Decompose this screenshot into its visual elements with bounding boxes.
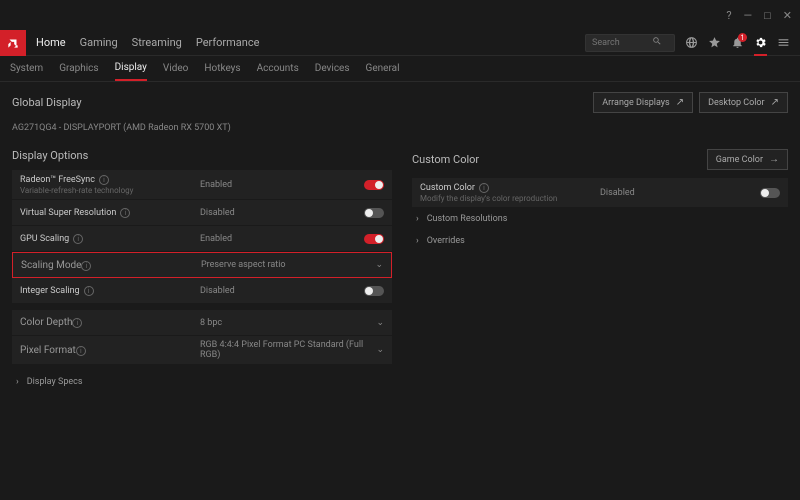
scaling-mode-row[interactable]: Scaling Modei Preserve aspect ratio ⌄ (12, 252, 392, 278)
chevron-down-icon: ⌄ (376, 318, 384, 328)
nav-performance[interactable]: Performance (196, 36, 260, 49)
chevron-down-icon: ⌄ (375, 260, 383, 270)
info-icon[interactable]: i (76, 346, 86, 356)
nav-gaming[interactable]: Gaming (80, 36, 118, 49)
chevron-right-icon: › (16, 377, 19, 387)
close-button[interactable]: ✕ (783, 9, 792, 22)
info-icon[interactable]: i (73, 234, 83, 244)
info-icon[interactable]: i (72, 318, 82, 328)
tab-display[interactable]: Display (115, 56, 147, 81)
nav-streaming[interactable]: Streaming (132, 36, 182, 49)
pixel-format-row[interactable]: Pixel Formati RGB 4:4:4 Pixel Format PC … (12, 336, 392, 365)
integer-scaling-status: Disabled (200, 286, 364, 296)
freesync-row: Radeon™ FreeSynci Variable-refresh-rate … (12, 170, 392, 200)
game-color-button[interactable]: Game Color→ (707, 149, 788, 170)
scaling-mode-value: Preserve aspect ratio (201, 260, 286, 270)
content: Global Display Arrange Displays↗ Desktop… (0, 82, 800, 403)
chevron-down-icon: ⌄ (376, 345, 384, 355)
info-icon[interactable]: i (81, 261, 91, 271)
color-depth-row[interactable]: Color Depthi 8 bpc ⌄ (12, 310, 392, 336)
custom-color-label: Custom Colori (420, 183, 600, 193)
search-box[interactable] (585, 34, 675, 52)
custom-resolutions-expand[interactable]: ›Custom Resolutions (412, 208, 788, 230)
chevron-right-icon: › (416, 236, 419, 246)
info-icon[interactable]: i (479, 183, 489, 193)
tab-video[interactable]: Video (163, 57, 188, 80)
desktop-color-button[interactable]: Desktop Color↗ (699, 92, 788, 113)
arrange-displays-button[interactable]: Arrange Displays↗ (593, 92, 693, 113)
web-icon[interactable] (685, 36, 698, 49)
tab-accounts[interactable]: Accounts (257, 57, 299, 80)
bell-icon[interactable]: 1 (731, 36, 744, 49)
custom-color-row: Custom Colori Modify the display's color… (412, 178, 788, 208)
arrow-right-icon: → (769, 154, 779, 165)
display-options-title: Display Options (12, 149, 88, 162)
gpu-scaling-toggle[interactable] (364, 234, 384, 244)
freesync-status: Enabled (200, 180, 364, 190)
gpu-scaling-status: Enabled (200, 234, 364, 244)
freesync-sublabel: Variable-refresh-rate technology (20, 186, 200, 195)
custom-color-column: Custom Color Game Color→ Custom Colori M… (412, 149, 788, 393)
star-icon[interactable] (708, 36, 721, 49)
gpu-scaling-label: GPU Scalingi (20, 234, 200, 244)
integer-scaling-label: Integer Scalingi (20, 286, 200, 296)
tab-graphics[interactable]: Graphics (59, 57, 98, 80)
tab-general[interactable]: General (366, 57, 400, 80)
display-options-column: Display Options Radeon™ FreeSynci Variab… (12, 149, 392, 393)
info-icon[interactable]: i (84, 286, 94, 296)
search-icon[interactable] (652, 36, 662, 49)
custom-color-toggle[interactable] (760, 188, 780, 198)
bell-badge: 1 (738, 33, 747, 42)
color-depth-value: 8 bpc (200, 318, 222, 328)
vsr-label: Virtual Super Resolutioni (20, 208, 200, 218)
maximize-button[interactable]: □ (764, 9, 771, 22)
tab-system[interactable]: System (10, 57, 43, 80)
gear-icon[interactable] (754, 36, 767, 49)
title-bar: ? — □ ✕ (0, 0, 800, 30)
pixel-format-label: Pixel Formati (20, 345, 86, 356)
top-bar: Home Gaming Streaming Performance 1 (0, 30, 800, 56)
nav-home[interactable]: Home (36, 36, 66, 49)
tab-devices[interactable]: Devices (315, 57, 350, 80)
external-icon: ↗ (771, 97, 779, 108)
custom-color-status: Disabled (600, 188, 760, 198)
pixel-format-value: RGB 4:4:4 Pixel Format PC Standard (Full… (200, 340, 376, 360)
vsr-status: Disabled (200, 208, 364, 218)
color-depth-label: Color Depthi (20, 317, 82, 328)
external-icon: ↗ (676, 97, 684, 108)
minimize-button[interactable]: — (744, 9, 753, 22)
display-identifier: AG271QG4 - DISPLAYPORT (AMD Radeon RX 57… (12, 123, 788, 133)
help-icon[interactable]: ? (726, 9, 731, 22)
main-nav: Home Gaming Streaming Performance (36, 36, 259, 49)
amd-logo[interactable] (0, 30, 26, 56)
search-input[interactable] (592, 38, 652, 48)
sub-nav: System Graphics Display Video Hotkeys Ac… (0, 56, 800, 82)
vsr-row: Virtual Super Resolutioni Disabled (12, 200, 392, 226)
vsr-toggle[interactable] (364, 208, 384, 218)
chevron-right-icon: › (416, 214, 419, 224)
freesync-toggle[interactable] (364, 180, 384, 190)
scaling-mode-label: Scaling Modei (21, 260, 91, 271)
tab-hotkeys[interactable]: Hotkeys (204, 57, 240, 80)
gpu-scaling-row: GPU Scalingi Enabled (12, 226, 392, 252)
menu-icon[interactable] (777, 36, 790, 49)
info-icon[interactable]: i (120, 208, 130, 218)
topbar-right: 1 (585, 34, 800, 52)
custom-color-title: Custom Color (412, 153, 479, 166)
custom-color-sublabel: Modify the display's color reproduction (420, 194, 600, 203)
integer-scaling-row: Integer Scalingi Disabled (12, 278, 392, 304)
integer-scaling-toggle[interactable] (364, 286, 384, 296)
info-icon[interactable]: i (99, 175, 109, 185)
overrides-expand[interactable]: ›Overrides (412, 230, 788, 252)
display-specs-expand[interactable]: ›Display Specs (12, 371, 392, 393)
page-title: Global Display (12, 96, 82, 109)
global-display-header: Global Display Arrange Displays↗ Desktop… (12, 92, 788, 113)
freesync-label: Radeon™ FreeSynci (20, 175, 200, 185)
